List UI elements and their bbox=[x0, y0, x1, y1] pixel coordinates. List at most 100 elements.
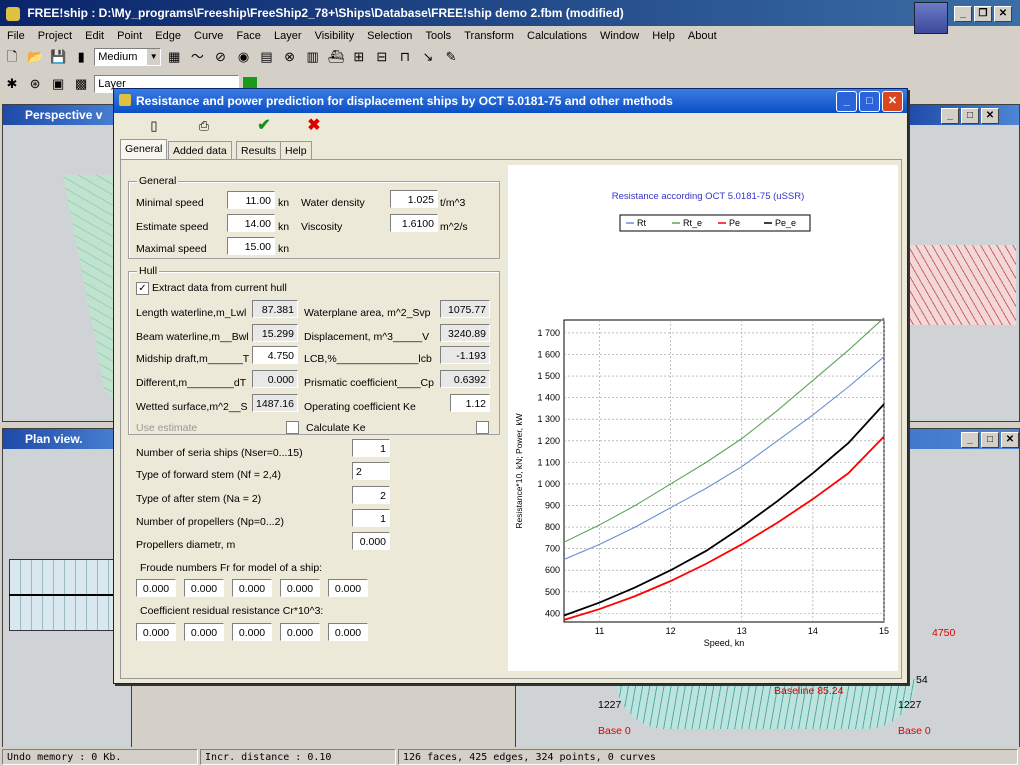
menu-visibility[interactable]: Visibility bbox=[310, 27, 360, 45]
viewport2-minimize-icon[interactable]: _ bbox=[961, 432, 979, 448]
lcb-field[interactable]: -1.193 bbox=[440, 346, 490, 364]
insert-point-icon[interactable]: ✱ bbox=[3, 75, 21, 93]
menu-layer[interactable]: Layer bbox=[269, 27, 307, 45]
calculator-icon[interactable]: ▯ bbox=[145, 117, 163, 135]
menu-project[interactable]: Project bbox=[33, 27, 77, 45]
menu-help[interactable]: Help bbox=[647, 27, 680, 45]
layers-icon[interactable]: ▥ bbox=[304, 48, 322, 66]
menu-selection[interactable]: Selection bbox=[362, 27, 417, 45]
froude-field[interactable]: 0.000 bbox=[280, 579, 320, 597]
restore-icon[interactable]: ❐ bbox=[974, 6, 992, 22]
close-icon[interactable]: ✕ bbox=[994, 6, 1012, 22]
grid-icon[interactable]: ▦ bbox=[165, 48, 183, 66]
new-file-icon[interactable]: 🗋 bbox=[3, 48, 21, 66]
ok-check-icon[interactable]: ✔ bbox=[255, 117, 273, 135]
waterplane-area-field[interactable]: 1075.77 bbox=[440, 300, 490, 318]
tab-general[interactable]: General bbox=[120, 139, 168, 160]
dialog-close-icon[interactable]: ✕ bbox=[882, 91, 903, 112]
nf-label: Type of forward stem (Nf = 2,4) bbox=[136, 469, 282, 481]
viewport2-maximize-icon[interactable]: □ bbox=[981, 432, 999, 448]
propeller-diameter-field[interactable]: 0.000 bbox=[352, 532, 390, 550]
menu-window[interactable]: Window bbox=[595, 27, 644, 45]
markers-icon[interactable]: ⊟ bbox=[373, 48, 391, 66]
use-estimate-checkbox[interactable] bbox=[286, 421, 299, 434]
curvature-icon[interactable]: 〜 bbox=[188, 48, 206, 66]
diagonals-icon[interactable]: ↘ bbox=[419, 48, 437, 66]
hydrostatics-icon[interactable]: ⊗ bbox=[281, 48, 299, 66]
legend-label: Rt bbox=[637, 218, 646, 228]
menu-edge[interactable]: Edge bbox=[150, 27, 186, 45]
base-right-label: Base 0 bbox=[898, 725, 931, 737]
flowlines-icon[interactable]: ⊞ bbox=[350, 48, 368, 66]
precision-select[interactable]: Medium ▼ bbox=[94, 48, 162, 66]
cr-field[interactable]: 0.000 bbox=[232, 623, 272, 641]
tab-added-data[interactable]: Added data bbox=[168, 141, 232, 160]
froude-field[interactable]: 0.000 bbox=[136, 579, 176, 597]
est-speed-field[interactable]: 14.00 bbox=[227, 214, 275, 232]
y-tick-label: 1 000 bbox=[537, 479, 560, 489]
cancel-x-icon[interactable]: ✖ bbox=[305, 117, 323, 135]
calculate-ke-checkbox[interactable] bbox=[476, 421, 489, 434]
extract-data-checkbox[interactable]: ✓ bbox=[136, 282, 149, 295]
nf-field[interactable]: 2 bbox=[352, 462, 390, 480]
viewport-close-icon[interactable]: ✕ bbox=[981, 108, 999, 124]
dialog-minimize-icon[interactable]: _ bbox=[836, 91, 857, 112]
na-field[interactable]: 2 bbox=[352, 486, 390, 504]
froude-field[interactable]: 0.000 bbox=[232, 579, 272, 597]
menu-face[interactable]: Face bbox=[231, 27, 265, 45]
app-title: FREE!ship : D:\My_programs\Freeship\Free… bbox=[27, 6, 624, 20]
wetted-surface-field[interactable]: 1487.16 bbox=[252, 394, 298, 412]
prismatic-coefficient-field[interactable]: 0.6392 bbox=[440, 370, 490, 388]
save-icon[interactable]: 💾 bbox=[49, 48, 67, 66]
tab-results[interactable]: Results bbox=[236, 141, 282, 160]
cr-field[interactable]: 0.000 bbox=[328, 623, 368, 641]
dimensions-icon[interactable]: ⊓ bbox=[396, 48, 414, 66]
x-tick-label: 13 bbox=[737, 626, 747, 636]
viewport-maximize-icon[interactable]: □ bbox=[961, 108, 979, 124]
viscosity-field[interactable]: 1.6100 bbox=[390, 214, 438, 232]
stations-icon[interactable]: ⊘ bbox=[211, 48, 229, 66]
print-icon[interactable]: ⎙ bbox=[195, 117, 213, 135]
menu-calculations[interactable]: Calculations bbox=[522, 27, 592, 45]
minimize-icon[interactable]: _ bbox=[954, 6, 972, 22]
image-icon[interactable]: ▩ bbox=[72, 75, 90, 93]
viewport2-close-icon[interactable]: ✕ bbox=[1001, 432, 1019, 448]
viewport-right-top[interactable]: _ □ ✕ bbox=[905, 104, 1020, 422]
bwl-field[interactable]: 15.299 bbox=[252, 324, 298, 342]
lwl-field[interactable]: 87.381 bbox=[252, 300, 298, 318]
max-speed-field[interactable]: 15.00 bbox=[227, 237, 275, 255]
menu-file[interactable]: File bbox=[2, 27, 30, 45]
draft-t-field[interactable]: 4.750 bbox=[252, 346, 298, 364]
menu-about[interactable]: About bbox=[683, 27, 722, 45]
dt-field[interactable]: 0.000 bbox=[252, 370, 298, 388]
menu-edit[interactable]: Edit bbox=[80, 27, 109, 45]
cr-field[interactable]: 0.000 bbox=[184, 623, 224, 641]
viewport-minimize-icon[interactable]: _ bbox=[941, 108, 959, 124]
precision-select-value: Medium bbox=[98, 51, 138, 63]
np-field[interactable]: 1 bbox=[352, 509, 390, 527]
dialog-maximize-icon[interactable]: □ bbox=[859, 91, 880, 112]
chevron-down-icon[interactable]: ▼ bbox=[147, 49, 161, 65]
ship-icon[interactable]: ⛴ bbox=[327, 48, 345, 66]
menu-point[interactable]: Point bbox=[112, 27, 147, 45]
operating-coefficient-field[interactable]: 1.12 bbox=[450, 394, 490, 412]
cr-field[interactable]: 0.000 bbox=[280, 623, 320, 641]
select-icon[interactable]: ⊛ bbox=[26, 75, 44, 93]
window-icon[interactable]: ▣ bbox=[49, 75, 67, 93]
water-density-field[interactable]: 1.025 bbox=[390, 190, 438, 208]
menu-transform[interactable]: Transform bbox=[459, 27, 519, 45]
nser-field[interactable]: 1 bbox=[352, 439, 390, 457]
pen-icon[interactable]: ✎ bbox=[442, 48, 460, 66]
render-icon[interactable]: ◉ bbox=[235, 48, 253, 66]
displacement-field[interactable]: 3240.89 bbox=[440, 324, 490, 342]
tab-help[interactable]: Help bbox=[280, 141, 312, 160]
menu-curve[interactable]: Curve bbox=[189, 27, 228, 45]
report-icon[interactable]: ▮ bbox=[72, 48, 90, 66]
cr-field[interactable]: 0.000 bbox=[136, 623, 176, 641]
froude-field[interactable]: 0.000 bbox=[328, 579, 368, 597]
open-file-icon[interactable]: 📂 bbox=[26, 48, 44, 66]
menu-tools[interactable]: Tools bbox=[421, 27, 457, 45]
mesh-icon[interactable]: ▤ bbox=[258, 48, 276, 66]
min-speed-field[interactable]: 11.00 bbox=[227, 191, 275, 209]
froude-field[interactable]: 0.000 bbox=[184, 579, 224, 597]
